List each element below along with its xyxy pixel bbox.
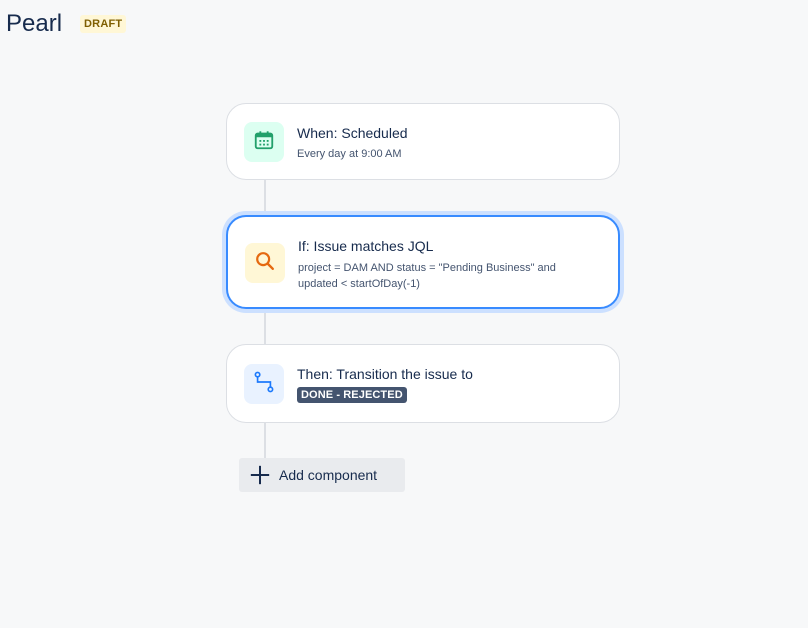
action-title: Then: Transition the issue to [297,366,473,382]
search-icon [254,250,276,277]
calendar-icon [253,129,275,156]
transition-icon [253,371,275,398]
connector-line [264,309,266,345]
connector-line [264,422,266,458]
page-header: Pearl DRAFT [6,8,127,40]
page-title: Pearl [6,10,63,37]
trigger-icon-box [244,122,284,162]
trigger-card[interactable]: When: Scheduled Every day at 9:00 AM [226,103,620,180]
condition-icon-box [245,243,285,283]
draft-badge: DRAFT [80,15,127,33]
add-component-button[interactable]: Add component [239,458,405,492]
connector-line [264,179,266,215]
plus-icon [249,464,271,486]
action-card[interactable]: Then: Transition the issue to DONE - REJ… [226,344,620,423]
condition-card[interactable]: If: Issue matches JQL project = DAM AND … [226,215,620,309]
trigger-title: When: Scheduled [297,125,408,141]
action-icon-box [244,364,284,404]
status-lozenge: DONE - REJECTED [297,387,407,403]
condition-jql: project = DAM AND status = "Pending Busi… [298,262,556,290]
trigger-subtitle: Every day at 9:00 AM [297,148,402,160]
add-component-label: Add component [279,467,378,483]
condition-title: If: Issue matches JQL [298,238,434,254]
